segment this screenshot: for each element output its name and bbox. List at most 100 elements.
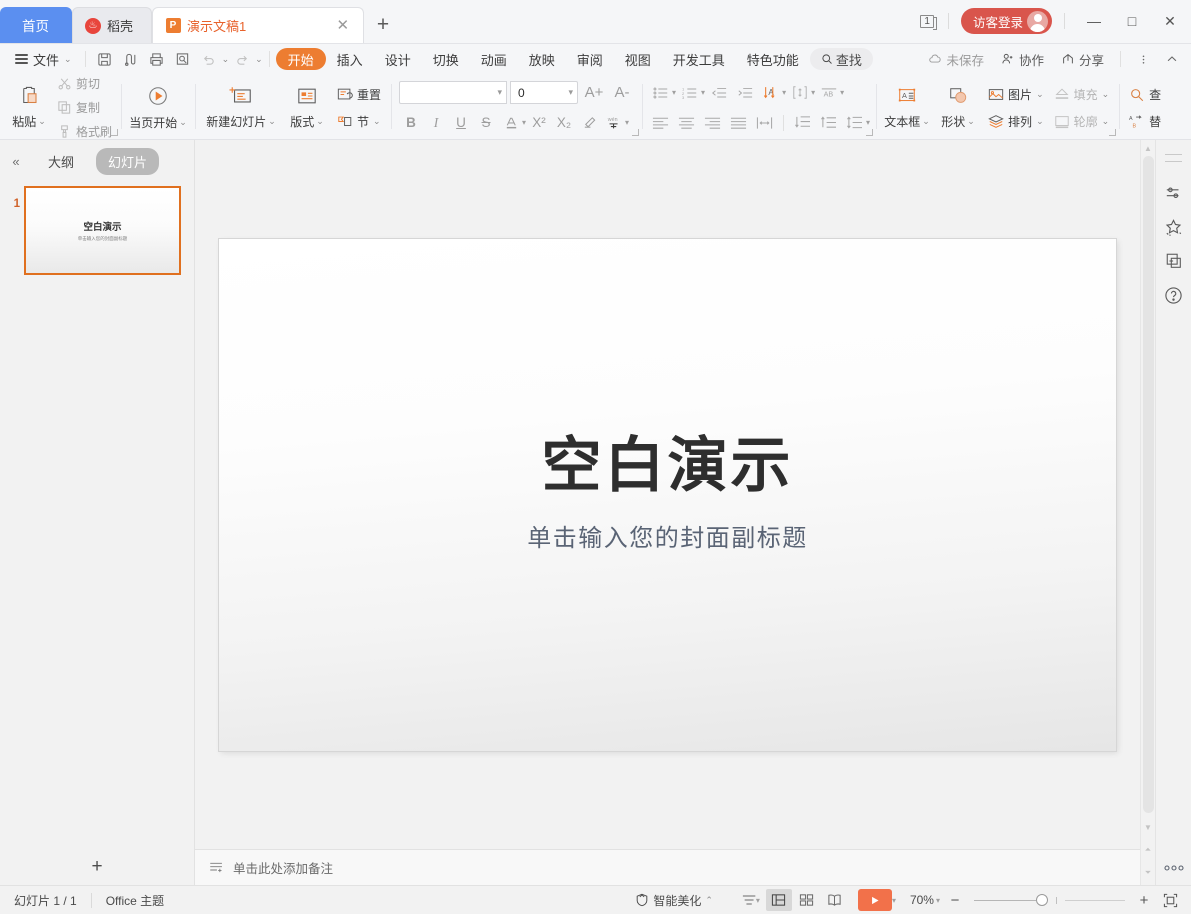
textbox-button[interactable]: A 文本框⌄: [881, 78, 933, 138]
rail-settings-pane[interactable]: [1159, 176, 1189, 210]
superscript-button[interactable]: X²: [527, 111, 551, 134]
collapse-left-icon[interactable]: «: [6, 154, 26, 169]
section-button[interactable]: 节 ⌄: [332, 109, 386, 134]
subscript-button[interactable]: X₂: [552, 111, 576, 134]
chevron-down-icon[interactable]: ▾: [892, 896, 896, 905]
tab-home[interactable]: 首页: [0, 7, 72, 43]
slide-sorter-button[interactable]: [794, 889, 820, 911]
redo-icon[interactable]: [229, 47, 255, 71]
fill-button[interactable]: 填充 ⌄: [1049, 82, 1115, 107]
layout-button[interactable]: 版式⌄: [282, 78, 332, 138]
unsaved-status[interactable]: 未保存: [921, 47, 991, 71]
smart-beautify-button[interactable]: 智能美化 ⌃: [628, 888, 720, 912]
chevron-down-icon[interactable]: ▾: [782, 88, 786, 97]
theme-label[interactable]: Office 主题: [92, 886, 178, 914]
panel-tab-outline[interactable]: 大纲: [36, 148, 86, 175]
chevron-down-icon[interactable]: ▾: [563, 87, 574, 98]
undo-icon[interactable]: [196, 47, 222, 71]
window-count-badge[interactable]: 1: [920, 15, 934, 28]
slide-thumbnail-1[interactable]: 空白演示 单击输入您的封面副标题: [24, 186, 181, 275]
customize-quick-access-icon[interactable]: ⌄: [255, 54, 263, 65]
print-preview-icon[interactable]: [170, 47, 196, 71]
chevron-down-icon[interactable]: ▾: [866, 118, 870, 127]
tab-presentation-1[interactable]: P 演示文稿1 ✕: [152, 7, 364, 43]
chevron-down-icon[interactable]: ▾: [672, 88, 676, 97]
text-direction-button[interactable]: A: [758, 81, 783, 104]
justify-button[interactable]: [726, 111, 751, 134]
rail-beautify-pane[interactable]: [1159, 210, 1189, 244]
ribbon-tab-review[interactable]: 审阅: [566, 48, 614, 70]
ribbon-tab-features[interactable]: 特色功能: [736, 48, 810, 70]
find-button[interactable]: 查: [1124, 82, 1166, 107]
increase-indent-button[interactable]: [732, 81, 757, 104]
slide-subtitle-placeholder[interactable]: 单击输入您的封面副标题: [527, 518, 808, 553]
ribbon-tab-animation[interactable]: 动画: [470, 48, 518, 70]
bring-forward-button[interactable]: [816, 111, 841, 134]
chevron-down-icon[interactable]: ▾: [492, 87, 503, 98]
paste-button[interactable]: 粘贴⌄: [5, 78, 53, 138]
more-dots-icon[interactable]: [1162, 861, 1186, 885]
bullets-button[interactable]: [648, 81, 673, 104]
zoom-level-button[interactable]: 70% ▾: [908, 888, 942, 912]
ribbon-tab-slideshow[interactable]: 放映: [518, 48, 566, 70]
previous-slide-button[interactable]: ⏶: [1144, 842, 1152, 858]
maximize-button[interactable]: □: [1115, 6, 1149, 36]
chevron-down-icon[interactable]: ▾: [840, 88, 844, 97]
picture-button[interactable]: 图片 ⌄: [983, 82, 1049, 107]
line-spacing-button[interactable]: [842, 111, 867, 134]
format-painter-button[interactable]: 格式刷: [53, 121, 116, 140]
slide-canvas[interactable]: 空白演示 单击输入您的封面副标题: [219, 239, 1116, 751]
collaborate-button[interactable]: 协作: [994, 47, 1051, 71]
drawing-dialog-launcher[interactable]: [1109, 129, 1116, 136]
save-as-cloud-icon[interactable]: [118, 47, 144, 71]
copy-button[interactable]: 复制: [53, 97, 116, 118]
minimize-button[interactable]: —: [1077, 6, 1111, 36]
ribbon-tab-developer[interactable]: 开发工具: [662, 48, 736, 70]
numbering-button[interactable]: 123: [677, 81, 702, 104]
zoom-out-button[interactable]: −: [944, 892, 966, 909]
view-options-button[interactable]: ▾: [738, 889, 764, 911]
arrange-button[interactable]: 排列 ⌄: [983, 109, 1049, 134]
font-dialog-launcher[interactable]: [632, 129, 639, 136]
align-center-button[interactable]: [674, 111, 699, 134]
paragraph-dialog-launcher[interactable]: [866, 129, 873, 136]
chevron-down-icon[interactable]: ▾: [625, 118, 629, 127]
phonetic-guide-button[interactable]: wén: [602, 111, 626, 134]
ribbon-tab-find[interactable]: 查找: [810, 48, 873, 70]
reading-view-button[interactable]: [822, 889, 848, 911]
chevron-down-icon[interactable]: ▾: [811, 88, 815, 97]
ribbon-tab-start[interactable]: 开始: [276, 48, 326, 70]
chevron-down-icon[interactable]: ▾: [522, 118, 526, 127]
slide-title-placeholder[interactable]: 空白演示: [542, 436, 794, 496]
save-icon[interactable]: [92, 47, 118, 71]
cut-button[interactable]: 剪切: [53, 74, 116, 94]
start-from-current-button[interactable]: 当页开始⌄: [126, 78, 190, 138]
close-window-button[interactable]: ✕: [1153, 6, 1187, 36]
new-slide-button[interactable]: 新建幻灯片⌄: [200, 78, 282, 138]
ribbon-tab-view[interactable]: 视图: [614, 48, 662, 70]
font-name-input[interactable]: ▾: [399, 81, 507, 104]
slide-thumbnail-list[interactable]: 1 空白演示 单击输入您的封面副标题: [0, 182, 194, 849]
guest-login-button[interactable]: 访客登录: [961, 8, 1052, 34]
reset-button[interactable]: 重置: [332, 82, 386, 107]
fit-to-window-button[interactable]: [1157, 889, 1183, 911]
replace-button[interactable]: AB 替: [1124, 109, 1166, 134]
rail-selection-pane[interactable]: [1159, 244, 1189, 278]
slide-thumbnail-row[interactable]: 1 空白演示 单击输入您的封面副标题: [0, 186, 194, 275]
undo-dropdown-icon[interactable]: ⌄: [222, 54, 230, 65]
chevron-down-icon[interactable]: ▾: [701, 88, 705, 97]
grow-font-button[interactable]: A+: [582, 81, 606, 104]
zoom-slider[interactable]: [974, 894, 1125, 906]
collapse-ribbon-icon[interactable]: [1159, 47, 1185, 71]
ribbon-tab-design[interactable]: 设计: [374, 48, 422, 70]
zoom-slider-handle[interactable]: [1036, 894, 1048, 906]
scroll-down-arrow[interactable]: ▼: [1144, 819, 1152, 835]
vertical-scrollbar[interactable]: ▲ ▼ ⏶ ⏷: [1140, 140, 1155, 885]
close-tab-icon[interactable]: ✕: [336, 18, 349, 33]
file-menu-button[interactable]: 文件 ⌄: [8, 47, 79, 71]
share-button[interactable]: 分享: [1054, 47, 1111, 71]
zoom-in-button[interactable]: +: [1133, 892, 1155, 909]
start-slideshow-button[interactable]: [858, 889, 892, 911]
more-vertical-icon[interactable]: [1130, 47, 1156, 71]
outline-button[interactable]: 轮廓 ⌄: [1049, 109, 1115, 134]
